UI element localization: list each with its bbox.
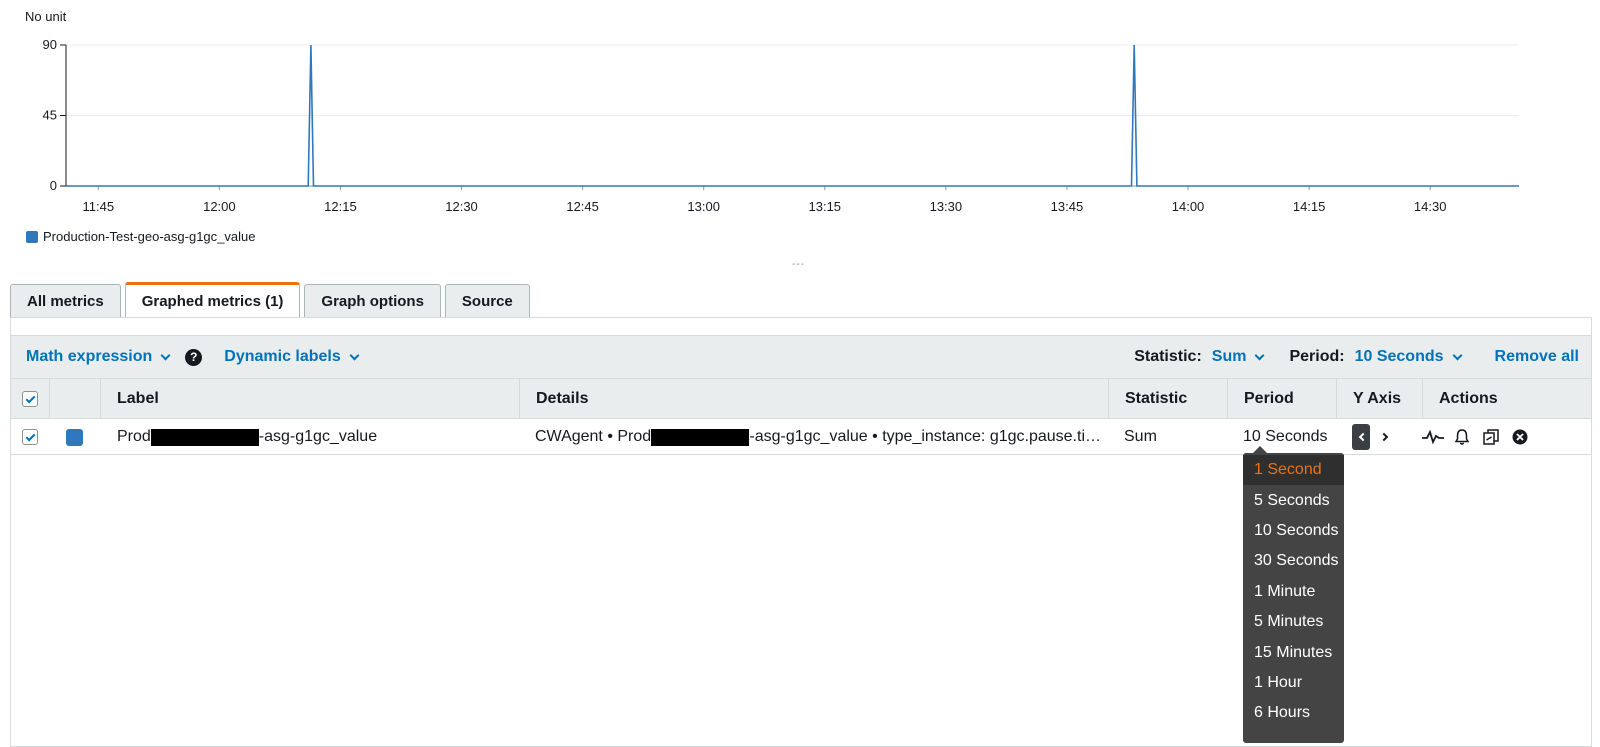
period-option[interactable]: 5 Seconds	[1243, 485, 1344, 515]
math-expression-button[interactable]: Math expression	[26, 348, 171, 366]
unit-label: No unit	[25, 9, 67, 24]
period-option[interactable]: 1 Second	[1243, 455, 1344, 486]
row-statistic[interactable]: Sum	[1124, 419, 1224, 455]
statistic-label: Statistic:	[1134, 348, 1202, 365]
graphed-metrics-panel: Math expression ? Dynamic labels Statist…	[10, 317, 1592, 747]
row-label-suffix: -asg-g1gc_value	[258, 428, 378, 445]
x-tick-label: 12:00	[203, 199, 236, 214]
row-color-swatch[interactable]	[66, 428, 83, 446]
dynamic-labels-button[interactable]: Dynamic labels	[224, 348, 360, 366]
period-value: 10 Seconds	[1354, 348, 1444, 365]
row-checkbox[interactable]	[22, 429, 38, 445]
period-dropdown: 1 Second 5 Seconds 10 Seconds 30 Seconds 1 M…	[1243, 446, 1344, 743]
y-axis-header[interactable]: Y Axis	[1336, 379, 1422, 419]
resize-handle[interactable]: ---	[792, 260, 806, 270]
legend-label: Production-Test-geo-asg-g1gc_value	[43, 229, 256, 244]
statistic-value: Sum	[1211, 348, 1247, 365]
details-header[interactable]: Details	[519, 379, 1108, 419]
table-row: Prod -asg-g1gc_value CWAgent • Prod -asg…	[11, 419, 1591, 455]
y-tick-label: 90	[43, 37, 57, 52]
x-tick-label: 12:45	[566, 199, 599, 214]
x-tick-label: 12:15	[324, 199, 357, 214]
x-tick-label: 14:00	[1172, 199, 1205, 214]
statistic-select[interactable]: Sum	[1211, 348, 1265, 366]
remove-icon[interactable]	[1509, 426, 1531, 448]
x-tick-label: 14:15	[1293, 199, 1326, 214]
period-option[interactable]: 15 Minutes	[1243, 637, 1344, 667]
statistic-header[interactable]: Statistic	[1108, 379, 1227, 419]
chevron-left-icon	[1358, 432, 1367, 442]
chevron-right-icon	[1379, 432, 1388, 442]
period-option[interactable]: 10 Seconds	[1243, 516, 1344, 546]
period-option[interactable]: 6 Hours	[1243, 698, 1344, 728]
chevron-down-icon	[1255, 350, 1265, 360]
tab-bar: All metrics Graphed metrics (1) Graph op…	[10, 282, 534, 318]
x-tick-label: 13:15	[809, 199, 842, 214]
trend-icon[interactable]	[1422, 426, 1444, 448]
period-label: Period:	[1289, 348, 1345, 365]
remove-all-button[interactable]: Remove all	[1495, 348, 1579, 366]
x-tick-label: 12:30	[445, 199, 478, 214]
y-tick-label: 45	[43, 108, 57, 123]
x-tick-label: 11:45	[82, 199, 114, 214]
x-tick-label: 14:30	[1414, 199, 1447, 214]
table-header: Label Details Statistic Period Y Axis Ac…	[11, 379, 1591, 419]
period-select[interactable]: 10 Seconds	[1354, 348, 1462, 366]
period-header[interactable]: Period	[1227, 379, 1336, 419]
y-axis-left-button[interactable]	[1352, 424, 1370, 450]
legend-color-swatch	[26, 230, 38, 243]
chevron-down-icon	[349, 350, 360, 360]
dynamic-labels-label: Dynamic labels	[224, 348, 341, 365]
chart-legend[interactable]: Production-Test-geo-asg-g1gc_value	[26, 229, 255, 244]
row-select-cell	[22, 419, 49, 455]
chevron-down-icon	[160, 350, 171, 360]
redaction-block	[150, 428, 259, 446]
tab-graphed-metrics[interactable]: Graphed metrics (1)	[124, 282, 301, 318]
bell-icon[interactable]	[1451, 426, 1473, 448]
y-tick-label: 0	[50, 178, 57, 193]
metrics-toolbar: Math expression ? Dynamic labels Statist…	[11, 335, 1591, 379]
tab-all-metrics[interactable]: All metrics	[10, 284, 121, 318]
row-y-axis	[1352, 419, 1422, 455]
chevron-down-icon	[1452, 350, 1462, 360]
period-option[interactable]: 1 Minute	[1243, 577, 1344, 607]
duplicate-icon[interactable]	[1480, 426, 1502, 448]
actions-header: Actions	[1422, 379, 1591, 419]
metrics-chart: No unit 0 45 90 11:45 12:00 12:15 12:30 12:45 1…	[25, 9, 1519, 214]
period-option[interactable]: 1 Hour	[1243, 668, 1344, 698]
row-label-prefix: Prod	[117, 428, 151, 445]
math-expression-label: Math expression	[26, 348, 153, 365]
row-color-cell	[66, 419, 96, 455]
y-axis-right-button[interactable]	[1376, 424, 1394, 450]
x-tick-label: 13:30	[930, 199, 963, 214]
row-details: CWAgent • Prod -asg-g1gc_value • type_in…	[535, 419, 1101, 455]
period-option[interactable]: 5 Minutes	[1243, 607, 1344, 637]
period-option[interactable]: 30 Seconds	[1243, 546, 1344, 576]
help-icon[interactable]: ?	[185, 348, 203, 366]
select-all-checkbox[interactable]	[22, 391, 38, 407]
row-details-suffix: -asg-g1gc_value • type_instance: g1gc.pa…	[749, 428, 1101, 445]
tab-graph-options[interactable]: Graph options	[304, 284, 441, 318]
redaction-block	[651, 428, 750, 446]
row-actions	[1422, 419, 1591, 455]
tab-source[interactable]: Source	[444, 284, 530, 318]
row-details-prefix: CWAgent • Prod	[535, 428, 652, 445]
label-header[interactable]: Label	[100, 379, 519, 419]
select-all-cell	[11, 379, 49, 419]
x-tick-label: 13:45	[1051, 199, 1084, 214]
row-label[interactable]: Prod -asg-g1gc_value	[117, 419, 517, 455]
x-tick-label: 13:00	[687, 199, 720, 214]
color-header	[49, 379, 100, 419]
